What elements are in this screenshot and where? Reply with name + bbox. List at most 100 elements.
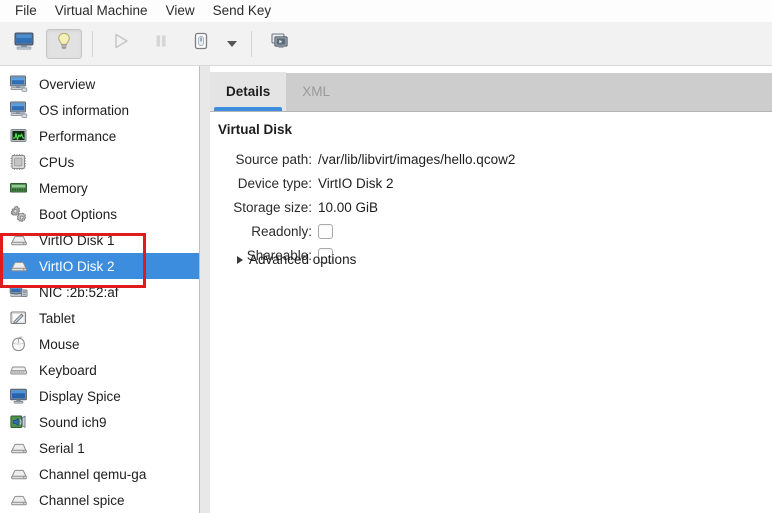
menu-send-key[interactable]: Send Key <box>204 1 281 21</box>
sidebar-item-label: NIC :2b:52:af <box>39 284 119 300</box>
sidebar-item-keyboard[interactable]: Keyboard <box>0 357 199 383</box>
sidebar-item-label: Mouse <box>39 336 80 352</box>
menu-bar: File Virtual Machine View Send Key <box>0 0 772 22</box>
toolbar-separator-1 <box>92 30 93 57</box>
sidebar-item-tablet[interactable]: Tablet <box>0 305 199 331</box>
sidebar-item-label: Performance <box>39 128 117 144</box>
console-monitor-icon <box>13 31 35 56</box>
tab-details-label: Details <box>226 84 271 99</box>
sidebar-item-virtio-disk-1[interactable]: VirtIO Disk 1 <box>0 227 199 253</box>
chevron-down-icon <box>227 40 237 47</box>
hardware-list-sidebar[interactable]: Overview OS information Performance CPUs… <box>0 66 200 513</box>
virtual-disk-panel: Virtual Disk Source path: /var/lib/libvi… <box>210 113 772 513</box>
harddisk-icon <box>8 230 30 250</box>
menu-virtual-machine[interactable]: Virtual Machine <box>46 1 157 21</box>
readonly-checkbox[interactable] <box>318 223 333 239</box>
field-row-storage-size: Storage size: 10.00 GiB <box>210 195 772 219</box>
display-monitor-icon <box>8 386 30 406</box>
snapshots-screens-icon <box>269 31 291 56</box>
sidebar-item-label: Overview <box>39 76 96 92</box>
sidebar-item-label: Keyboard <box>39 362 97 378</box>
tablet-pen-icon <box>8 308 30 328</box>
shutdown-menu-button[interactable] <box>221 29 243 59</box>
keyboard-icon <box>8 360 30 380</box>
sidebar-item-memory[interactable]: Memory <box>0 175 199 201</box>
sidebar-item-label: Tablet <box>39 310 76 326</box>
advanced-options-expander[interactable]: Advanced options <box>237 252 356 267</box>
sidebar-item-cpus[interactable]: CPUs <box>0 149 199 175</box>
sidebar-item-overview[interactable]: Overview <box>0 71 199 97</box>
mouse-icon <box>8 334 30 354</box>
sidebar-item-label: Serial 1 <box>39 440 85 456</box>
device-type-value: VirtIO Disk 2 <box>318 175 394 191</box>
cpu-chip-icon <box>8 152 30 172</box>
virt-manager-window: File Virtual Machine View Send Key Overv… <box>0 0 772 513</box>
play-triangle-icon <box>111 31 131 56</box>
sidebar-item-os-information[interactable]: OS information <box>0 97 199 123</box>
serial-port-icon <box>8 438 30 458</box>
gears-icon <box>8 204 30 224</box>
harddisk-icon <box>8 256 30 276</box>
computer-monitor-icon <box>8 100 30 120</box>
sidebar-item-label: Sound ich9 <box>39 414 107 430</box>
sidebar-item-boot-options[interactable]: Boot Options <box>0 201 199 227</box>
source-path-value: /var/lib/libvirt/images/hello.qcow2 <box>318 151 516 167</box>
show-console-button[interactable] <box>6 29 42 59</box>
manage-snapshots-button[interactable] <box>262 29 298 59</box>
tab-xml-label: XML <box>302 84 331 99</box>
sidebar-item-mouse[interactable]: Mouse <box>0 331 199 357</box>
computer-monitor-icon <box>8 74 30 94</box>
sidebar-item-nic[interactable]: NIC :2b:52:af <box>0 279 199 305</box>
pane-splitter[interactable] <box>200 66 210 513</box>
toolbar <box>0 22 772 66</box>
sidebar-item-performance[interactable]: Performance <box>0 123 199 149</box>
sidebar-item-virtio-disk-2[interactable]: VirtIO Disk 2 <box>0 253 199 279</box>
lightbulb-icon <box>53 31 75 56</box>
sidebar-item-label: Channel spice <box>39 492 125 508</box>
shutdown-button[interactable] <box>183 29 219 59</box>
storage-size-label: Storage size: <box>233 199 312 215</box>
serial-port-icon <box>8 490 30 510</box>
pause-button[interactable] <box>143 29 179 59</box>
toolbar-separator-2 <box>251 30 252 57</box>
tab-bar: Details XML <box>210 72 772 112</box>
sidebar-item-label: Channel qemu-ga <box>39 466 147 482</box>
tab-details[interactable]: Details <box>210 72 287 111</box>
menu-file[interactable]: File <box>6 1 46 21</box>
field-row-device-type: Device type: VirtIO Disk 2 <box>210 171 772 195</box>
hardware-list: Overview OS information Performance CPUs… <box>0 66 199 513</box>
details-pane: Details XML Virtual Disk Source path: /v… <box>210 66 772 513</box>
field-rows: Source path: /var/lib/libvirt/images/hel… <box>210 147 772 267</box>
readonly-label: Readonly: <box>251 223 312 239</box>
performance-graph-icon <box>8 126 30 146</box>
run-button[interactable] <box>103 29 139 59</box>
sidebar-item-display-spice[interactable]: Display Spice <box>0 383 199 409</box>
tab-xml[interactable]: XML <box>286 72 346 111</box>
sound-speaker-icon <box>8 412 30 432</box>
device-type-label: Device type: <box>237 175 312 191</box>
pause-bars-icon <box>151 31 171 56</box>
sidebar-item-serial-1[interactable]: Serial 1 <box>0 435 199 461</box>
menu-view[interactable]: View <box>157 1 204 21</box>
sidebar-item-label: OS information <box>39 102 130 118</box>
sidebar-item-label: VirtIO Disk 2 <box>39 258 115 274</box>
sidebar-item-label: VirtIO Disk 1 <box>39 232 115 248</box>
triangle-right-icon <box>237 255 243 264</box>
field-row-readonly: Readonly: <box>210 219 772 243</box>
sidebar-item-sound-ich9[interactable]: Sound ich9 <box>0 409 199 435</box>
sidebar-item-label: CPUs <box>39 154 75 170</box>
advanced-options-label: Advanced options <box>249 252 357 267</box>
sidebar-item-channel-spice[interactable]: Channel spice <box>0 487 199 513</box>
sidebar-item-label: Memory <box>39 180 88 196</box>
sidebar-item-label: Boot Options <box>39 206 118 222</box>
memory-stick-icon <box>8 178 30 198</box>
sidebar-item-channel-qemu-ga[interactable]: Channel qemu-ga <box>0 461 199 487</box>
show-details-button[interactable] <box>46 28 82 59</box>
field-row-source-path: Source path: /var/lib/libvirt/images/hel… <box>210 147 772 171</box>
source-path-label: Source path: <box>235 151 312 167</box>
storage-size-value: 10.00 GiB <box>318 199 379 215</box>
network-card-icon <box>8 282 30 302</box>
serial-port-icon <box>8 464 30 484</box>
sidebar-item-label: Display Spice <box>39 388 121 404</box>
power-shutdown-icon <box>191 31 211 56</box>
